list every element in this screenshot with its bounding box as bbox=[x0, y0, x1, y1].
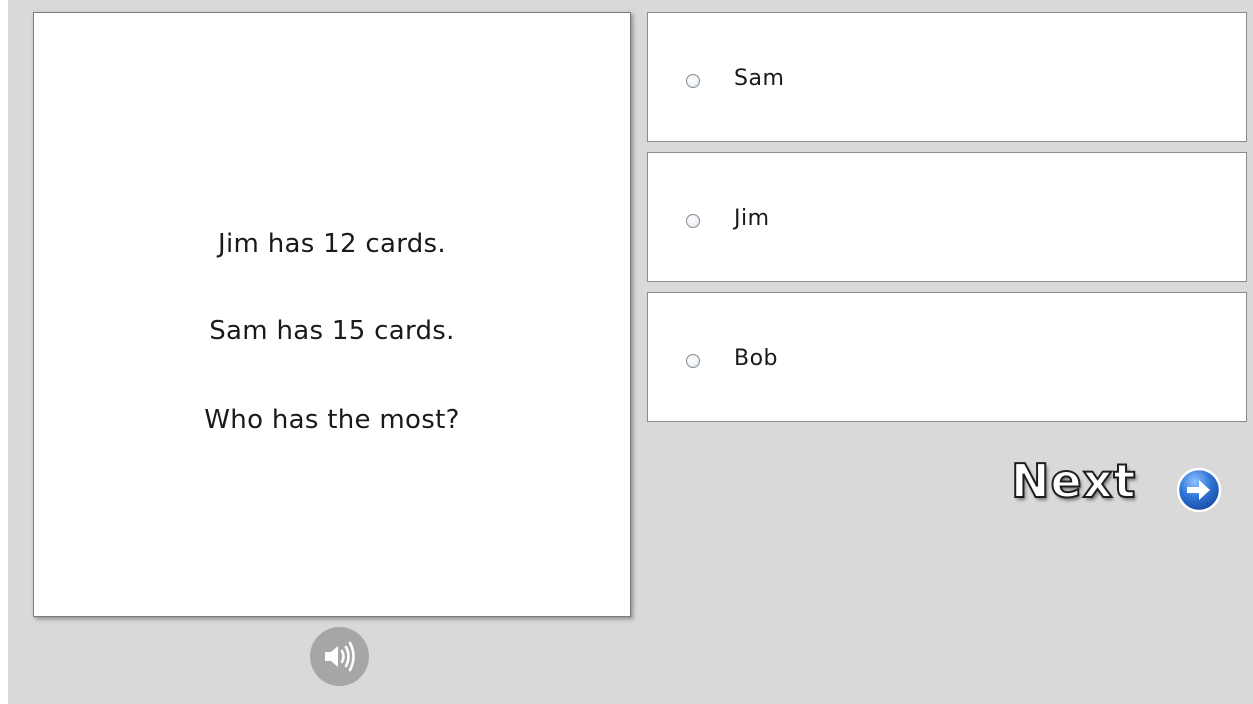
answer-option-sam[interactable]: Sam bbox=[647, 12, 1247, 142]
answer-option-bob[interactable]: Bob bbox=[647, 292, 1247, 422]
answer-option-label: Bob bbox=[734, 346, 779, 371]
speaker-icon bbox=[325, 641, 355, 672]
arrow-right-circle-icon bbox=[1176, 467, 1222, 513]
question-prompt: Who has the most? bbox=[204, 405, 460, 435]
quiz-stage: Jim has 12 cards. Sam has 15 cards. Who … bbox=[8, 0, 1253, 704]
question-line: Sam has 15 cards. bbox=[209, 316, 455, 346]
next-button[interactable]: Next bbox=[1010, 452, 1231, 516]
play-audio-button[interactable] bbox=[310, 627, 369, 686]
question-card: Jim has 12 cards. Sam has 15 cards. Who … bbox=[33, 12, 631, 617]
next-button-label: Next bbox=[1010, 453, 1137, 509]
answer-option-jim[interactable]: Jim bbox=[647, 152, 1247, 282]
answer-option-label: Jim bbox=[734, 206, 770, 231]
radio-button[interactable] bbox=[686, 354, 700, 368]
answer-option-label: Sam bbox=[734, 66, 785, 91]
radio-button[interactable] bbox=[686, 74, 700, 88]
radio-button[interactable] bbox=[686, 214, 700, 228]
question-line: Jim has 12 cards. bbox=[218, 229, 446, 259]
